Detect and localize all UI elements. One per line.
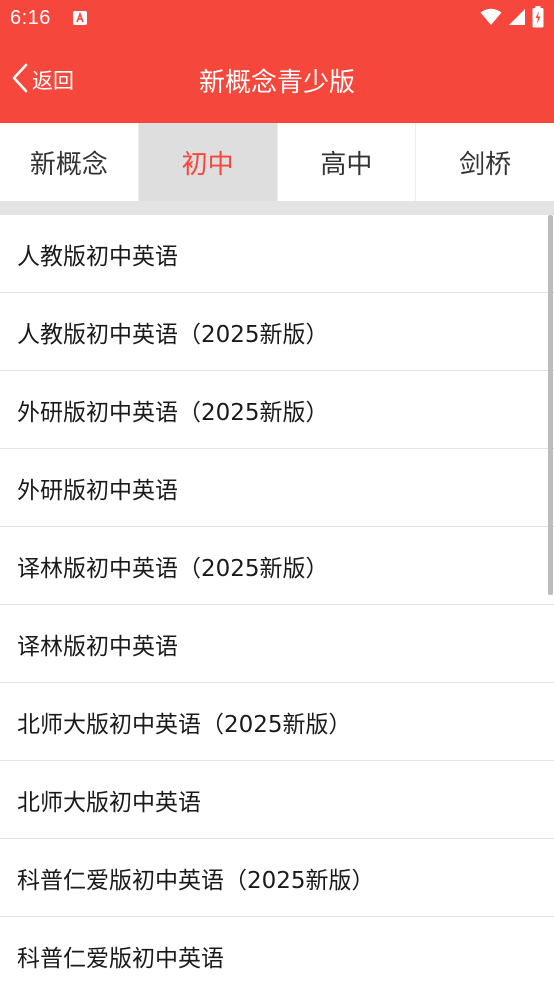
wifi-icon — [480, 8, 502, 30]
list-item[interactable]: 人教版初中英语 — [0, 215, 554, 293]
status-time: 6:16 — [10, 7, 51, 29]
list-item[interactable]: 外研版初中英语（2025新版） — [0, 371, 554, 449]
toolbar: 返回 新概念青少版 — [0, 38, 554, 123]
list-item[interactable]: 科普仁爱版初中英语（2025新版） — [0, 839, 554, 917]
list-item[interactable]: 译林版初中英语 — [0, 605, 554, 683]
list-scrollbar[interactable] — [548, 215, 553, 595]
section-divider — [0, 201, 554, 215]
tab-chuzhong[interactable]: 初中 — [138, 123, 278, 201]
list-item[interactable]: 科普仁爱版初中英语 — [0, 917, 554, 984]
list-item[interactable]: 北师大版初中英语 — [0, 761, 554, 839]
tab-gaozhong[interactable]: 高中 — [278, 123, 417, 201]
battery-charging-icon — [532, 6, 544, 32]
textbook-list: 人教版初中英语 人教版初中英语（2025新版） 外研版初中英语（2025新版） … — [0, 215, 554, 984]
list-item[interactable]: 译林版初中英语（2025新版） — [0, 527, 554, 605]
app-notification-icon — [72, 10, 88, 26]
status-icons — [480, 6, 544, 32]
status-bar: 6:16 — [0, 0, 554, 38]
tab-xingainian[interactable]: 新概念 — [0, 123, 139, 201]
list-item[interactable]: 人教版初中英语（2025新版） — [0, 293, 554, 371]
page-title: 新概念青少版 — [198, 68, 355, 98]
tab-jianqiao[interactable]: 剑桥 — [416, 123, 554, 201]
list-item[interactable]: 外研版初中英语 — [0, 449, 554, 527]
list-item[interactable]: 北师大版初中英语（2025新版） — [0, 683, 554, 761]
cellular-signal-icon — [508, 8, 526, 30]
category-tabs: 新概念 初中 高中 剑桥 — [0, 123, 554, 201]
